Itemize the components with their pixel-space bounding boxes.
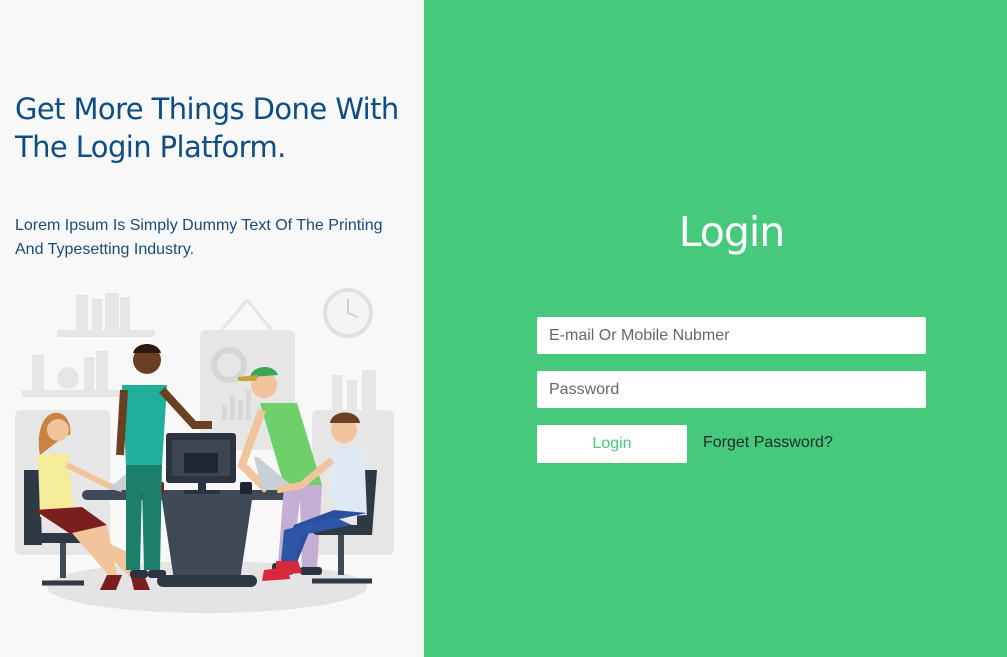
- desktop-monitor: [166, 433, 236, 494]
- subtext: Lorem Ipsum Is Simply Dummy Text Of The …: [15, 217, 383, 258]
- mug-right: [240, 482, 252, 494]
- login-panel: Login Login Forget Password?: [424, 0, 1007, 657]
- login-title: Login: [678, 208, 786, 256]
- headline: Get More Things Done With The Login Plat…: [15, 92, 399, 164]
- login-button[interactable]: Login: [537, 425, 687, 463]
- left-panel: Get More Things Done With The Login Plat…: [0, 0, 424, 657]
- wall-clock-icon: [323, 288, 373, 338]
- forgot-password-link[interactable]: Forget Password?: [703, 434, 833, 452]
- team-illustration: [15, 288, 394, 613]
- password-field[interactable]: [537, 371, 926, 408]
- email-field[interactable]: [537, 317, 926, 354]
